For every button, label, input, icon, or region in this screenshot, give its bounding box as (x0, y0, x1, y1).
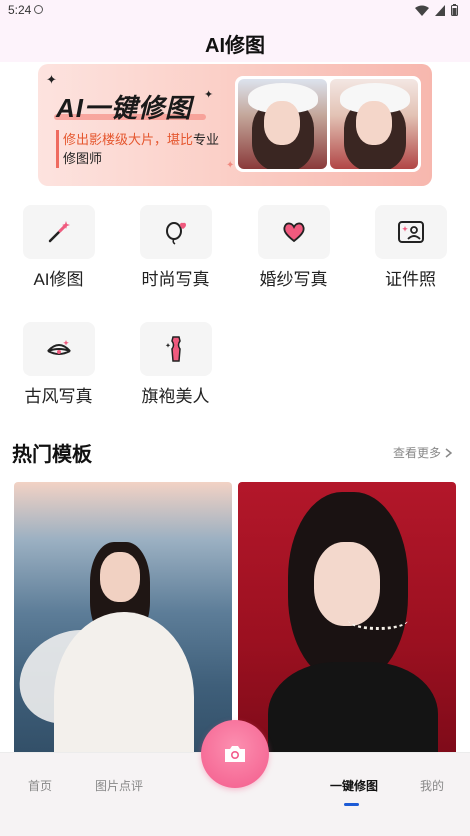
category-fashion-portrait[interactable]: 时尚写真 (117, 205, 234, 290)
id-photo-icon (374, 205, 447, 259)
nav-one-click-retouch[interactable]: 一键修图 (330, 777, 378, 794)
before-after-photos (235, 76, 421, 172)
category-ai-retouch[interactable]: AI修图 (0, 205, 117, 290)
fan-icon (22, 322, 95, 376)
see-more-link[interactable]: 查看更多 (393, 444, 452, 461)
camera-icon (225, 746, 245, 762)
banner-subtitle: 修出影楼级大片，堪比专业修图师 (56, 130, 231, 168)
promo-banner[interactable]: ✦ ✦ ✦ AI一键修图 修出影楼级大片，堪比专业修图师 (38, 64, 432, 186)
title-bar: AI修图 (0, 22, 470, 62)
pearl-necklace (348, 610, 408, 630)
nav-active-indicator (344, 803, 359, 806)
category-label: 证件照 (385, 270, 436, 289)
camera-button[interactable] (201, 720, 269, 788)
category-qipao-beauty[interactable]: 旗袍美人 (117, 322, 234, 407)
balloon-heart-icon (139, 205, 212, 259)
template-card-portrait[interactable] (238, 482, 456, 772)
notification-icon (34, 5, 43, 14)
chevron-right-icon (445, 447, 452, 458)
nav-mine[interactable]: 我的 (420, 777, 444, 794)
category-label: AI修图 (33, 270, 84, 289)
nav-home[interactable]: 首页 (28, 777, 52, 794)
signal-icon (435, 4, 445, 16)
sparkle-icon: ✦ (46, 72, 57, 87)
magic-wand-icon (22, 205, 95, 259)
hot-templates-title: 热门模板 (12, 444, 92, 466)
white-dress (54, 612, 194, 772)
qipao-icon (139, 322, 212, 376)
status-bar: 5:24 (0, 0, 470, 22)
status-icons (415, 4, 458, 16)
status-time: 5:24 (8, 3, 32, 17)
battery-icon (451, 4, 458, 16)
template-card-wedding[interactable] (14, 482, 232, 772)
category-ancient-style[interactable]: 古风写真 (0, 322, 117, 407)
after-photo (329, 79, 418, 169)
wifi-icon (415, 5, 429, 16)
page-title: AI修图 (205, 35, 265, 57)
category-wedding-portrait[interactable]: 婚纱写真 (235, 205, 352, 290)
sparkle-icon: ✦ (204, 89, 214, 101)
nav-photo-review[interactable]: 图片点评 (95, 777, 143, 794)
category-label: 时尚写真 (141, 270, 210, 289)
before-photo (238, 79, 327, 169)
category-id-photo[interactable]: 证件照 (352, 205, 469, 290)
banner-title: AI一键修图 (56, 93, 193, 123)
see-more-label: 查看更多 (392, 446, 441, 460)
category-label: 古风写真 (24, 387, 93, 406)
banner-subtitle-highlight: 修出影楼级大片，堪比 (63, 132, 194, 147)
category-label: 婚纱写真 (259, 270, 328, 289)
category-label: 旗袍美人 (141, 387, 210, 406)
heart-icon (257, 205, 330, 259)
